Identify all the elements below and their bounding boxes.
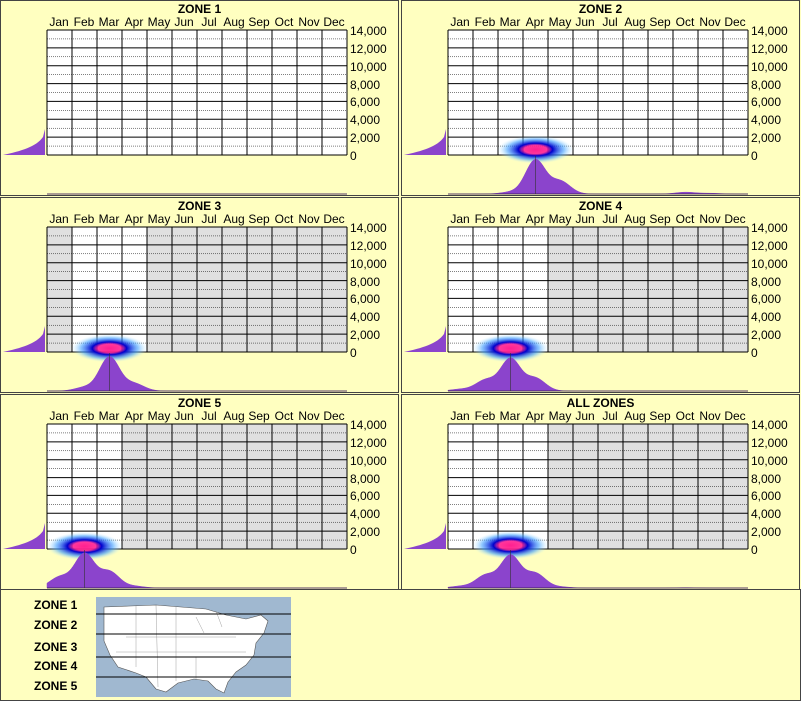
elevation-density-curve [404, 129, 446, 155]
elevation-density-curve [404, 326, 446, 352]
legend-zone-3: ZONE 3 [34, 640, 78, 654]
zone-panel: ZONE 4 Jan Feb Mar Apr May Jun Jul Aug Sep Oct Nov D… [401, 197, 800, 393]
elevation-density-curve [3, 129, 45, 155]
monthly-density-curve [46, 356, 347, 392]
panel-plot [404, 29, 749, 195]
zone-map [96, 597, 291, 697]
legend-zone-1: ZONE 1 [34, 598, 78, 612]
legend-zone-4: ZONE 4 [34, 659, 78, 673]
zone-panel: ZONE 5 Jan Feb Mar Apr May Jun Jul Aug Sep Oct Nov D… [0, 394, 399, 590]
elevation-density-curve [3, 523, 45, 549]
monthly-density-curve [447, 357, 748, 392]
legend-zone-2: ZONE 2 [34, 618, 78, 632]
panel-plot [404, 423, 749, 589]
monthly-density-curve [447, 554, 748, 589]
panel-plot [404, 226, 749, 392]
zone-panel: ZONE 2 Jan Feb Mar Apr May Jun Jul Aug Sep Oct Nov D… [401, 0, 800, 196]
monthly-density-curve [448, 158, 749, 195]
zone-panel: ALL ZONES Jan Feb Mar Apr May Jun Jul Aug Sep Oct N… [401, 394, 800, 590]
zone-panel: ZONE 3 Jan Feb Mar Apr May Jun Jul Aug Sep Oct Nov D… [0, 197, 399, 393]
panel-plot [3, 226, 348, 392]
elevation-density-curve [404, 523, 446, 549]
zone-panel: ZONE 1 Jan Feb Mar Apr May Jun Jul Aug Sep Oct Nov D… [0, 0, 399, 196]
panel-plot [3, 423, 348, 589]
elevation-density-curve [3, 326, 45, 352]
legend-zone-5: ZONE 5 [34, 679, 78, 693]
panel-plot [3, 29, 348, 195]
